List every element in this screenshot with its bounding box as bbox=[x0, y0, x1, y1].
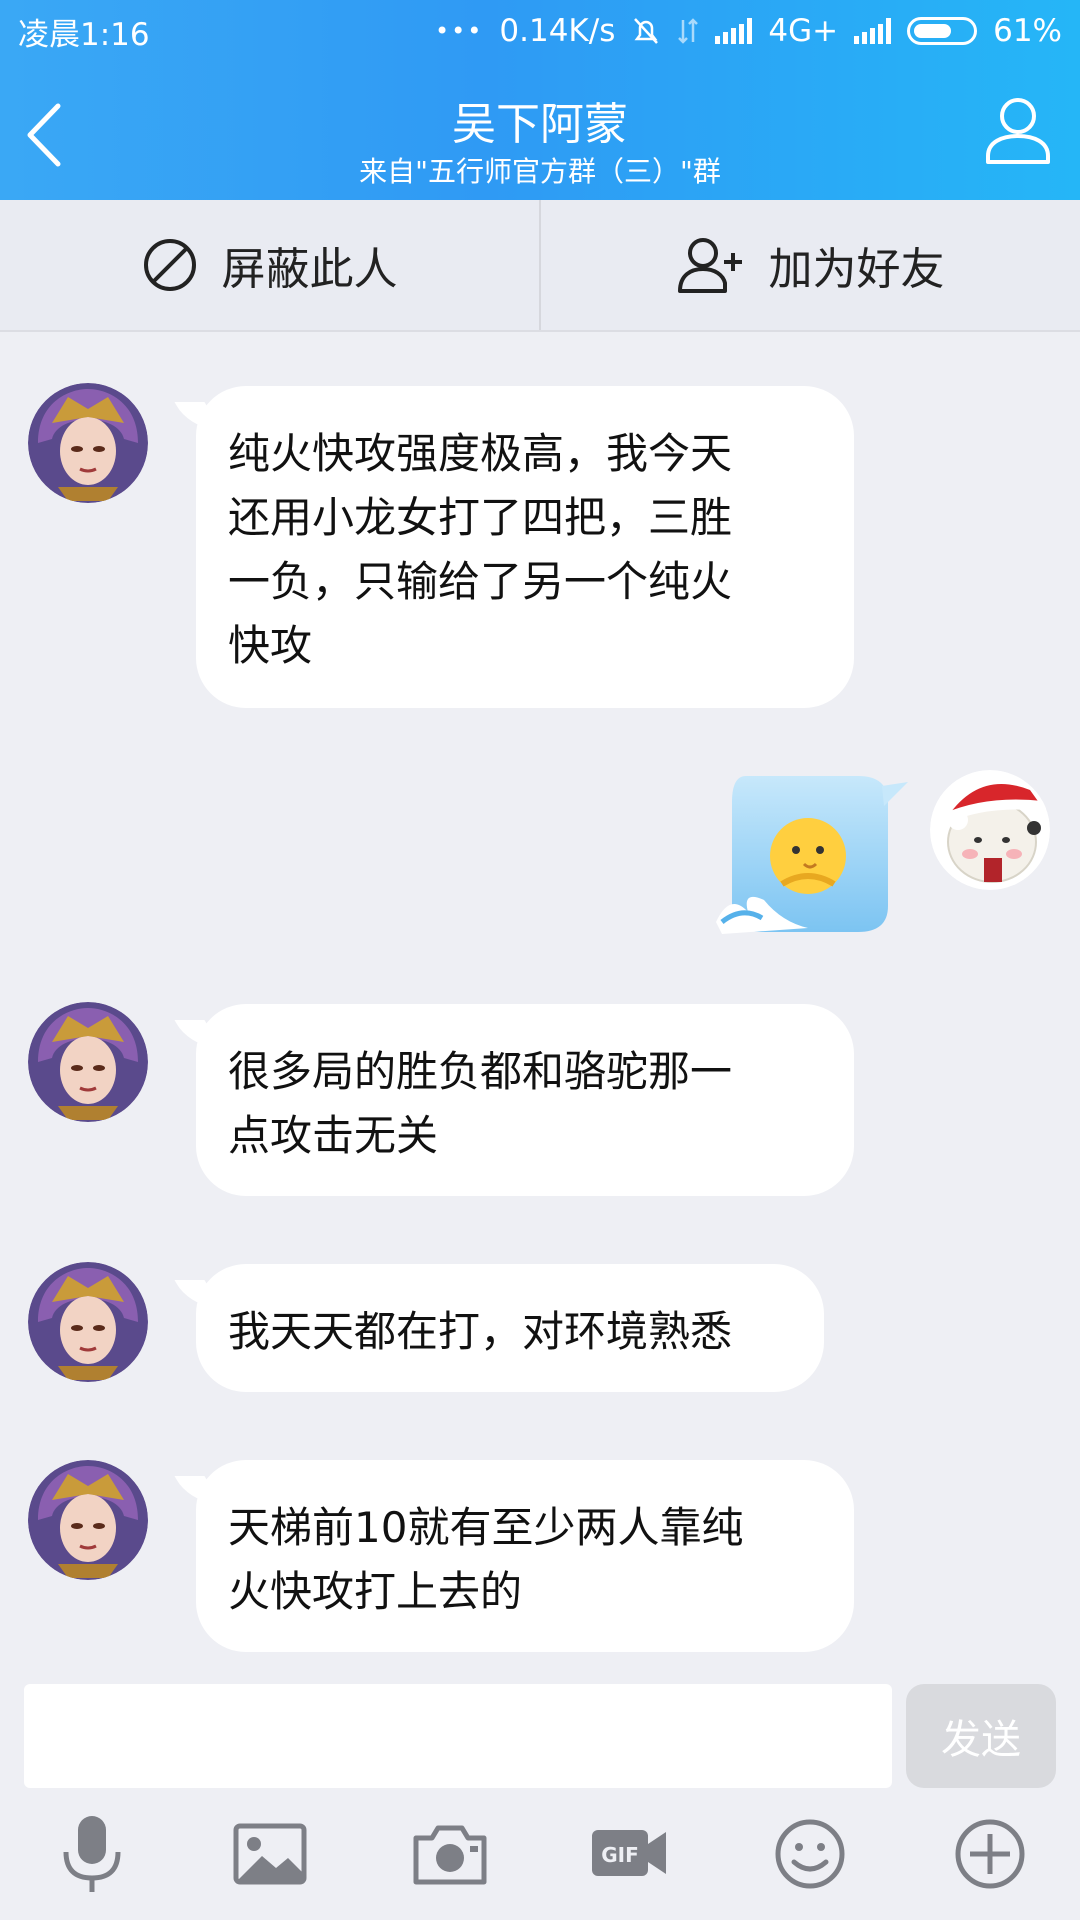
navigation-bar: 吴下阿蒙 来自"五行师官方群（三）"群 bbox=[0, 62, 1080, 200]
block-icon bbox=[143, 239, 196, 291]
avatar[interactable] bbox=[28, 1002, 148, 1122]
battery-icon bbox=[907, 17, 978, 45]
image-icon[interactable] bbox=[228, 1812, 312, 1896]
block-user-button[interactable]: 屏蔽此人 bbox=[0, 200, 539, 330]
status-time: 凌晨1:16 bbox=[18, 16, 150, 53]
page-title: 吴下阿蒙 bbox=[452, 99, 628, 150]
plus-icon[interactable] bbox=[948, 1812, 1032, 1896]
mute-bell-icon bbox=[634, 18, 659, 44]
microphone-icon[interactable] bbox=[50, 1812, 134, 1896]
gif-icon[interactable]: GIF bbox=[586, 1812, 670, 1896]
emoji-icon[interactable] bbox=[768, 1812, 852, 1896]
camera-icon[interactable] bbox=[408, 1812, 492, 1896]
data-arrows-icon bbox=[678, 18, 699, 44]
message-bubble[interactable]: 天梯前10就有至少两人靠纯 火快攻打上去的 bbox=[196, 1460, 854, 1652]
network-type: 4G+ bbox=[768, 13, 839, 49]
bottom-toolbar: GIF bbox=[0, 1812, 1080, 1912]
person-icon[interactable] bbox=[984, 94, 1052, 166]
action-bar: 屏蔽此人 加为好友 bbox=[0, 200, 1080, 332]
add-friend-label: 加为好友 bbox=[768, 244, 945, 295]
status-dots: ••• bbox=[434, 17, 484, 45]
status-speed: 0.14K/s bbox=[499, 13, 616, 49]
top-bar: 凌晨1:16 ••• 0.14K/s 4G+ 61% 吴下阿蒙 来自"五行师官方… bbox=[0, 0, 1080, 200]
status-bar: 凌晨1:16 ••• 0.14K/s 4G+ 61% bbox=[0, 0, 1080, 62]
message-bubble[interactable]: 纯火快攻强度极高，我今天 还用小龙女打了四把，三胜 一负，只输给了另一个纯火 快… bbox=[196, 386, 854, 708]
avatar[interactable] bbox=[28, 383, 148, 503]
avatar[interactable] bbox=[28, 1262, 148, 1382]
waving-chick-emoji bbox=[716, 776, 908, 934]
status-indicators: ••• 0.14K/s 4G+ 61% bbox=[435, 13, 1062, 49]
block-user-label: 屏蔽此人 bbox=[221, 244, 398, 295]
add-friend-button[interactable]: 加为好友 bbox=[539, 200, 1080, 330]
message-input[interactable] bbox=[24, 1684, 892, 1788]
message-bubble[interactable]: 我天天都在打，对环境熟悉 bbox=[196, 1264, 824, 1392]
avatar[interactable] bbox=[930, 770, 1050, 890]
message-bubble[interactable]: 很多局的胜负都和骆驼那一 点攻击无关 bbox=[196, 1004, 854, 1196]
battery-percent: 61% bbox=[993, 13, 1062, 49]
page-subtitle: 来自"五行师官方群（三）"群 bbox=[359, 155, 721, 188]
avatar[interactable] bbox=[28, 1460, 148, 1580]
add-person-icon bbox=[677, 238, 742, 293]
signal-icon bbox=[715, 18, 753, 44]
signal-icon-2 bbox=[854, 18, 892, 44]
svg-text:GIF: GIF bbox=[601, 1843, 639, 1867]
input-row: 发送 bbox=[0, 1676, 1080, 1788]
send-button[interactable]: 发送 bbox=[906, 1684, 1056, 1788]
sent-emoji-message[interactable] bbox=[712, 772, 912, 942]
